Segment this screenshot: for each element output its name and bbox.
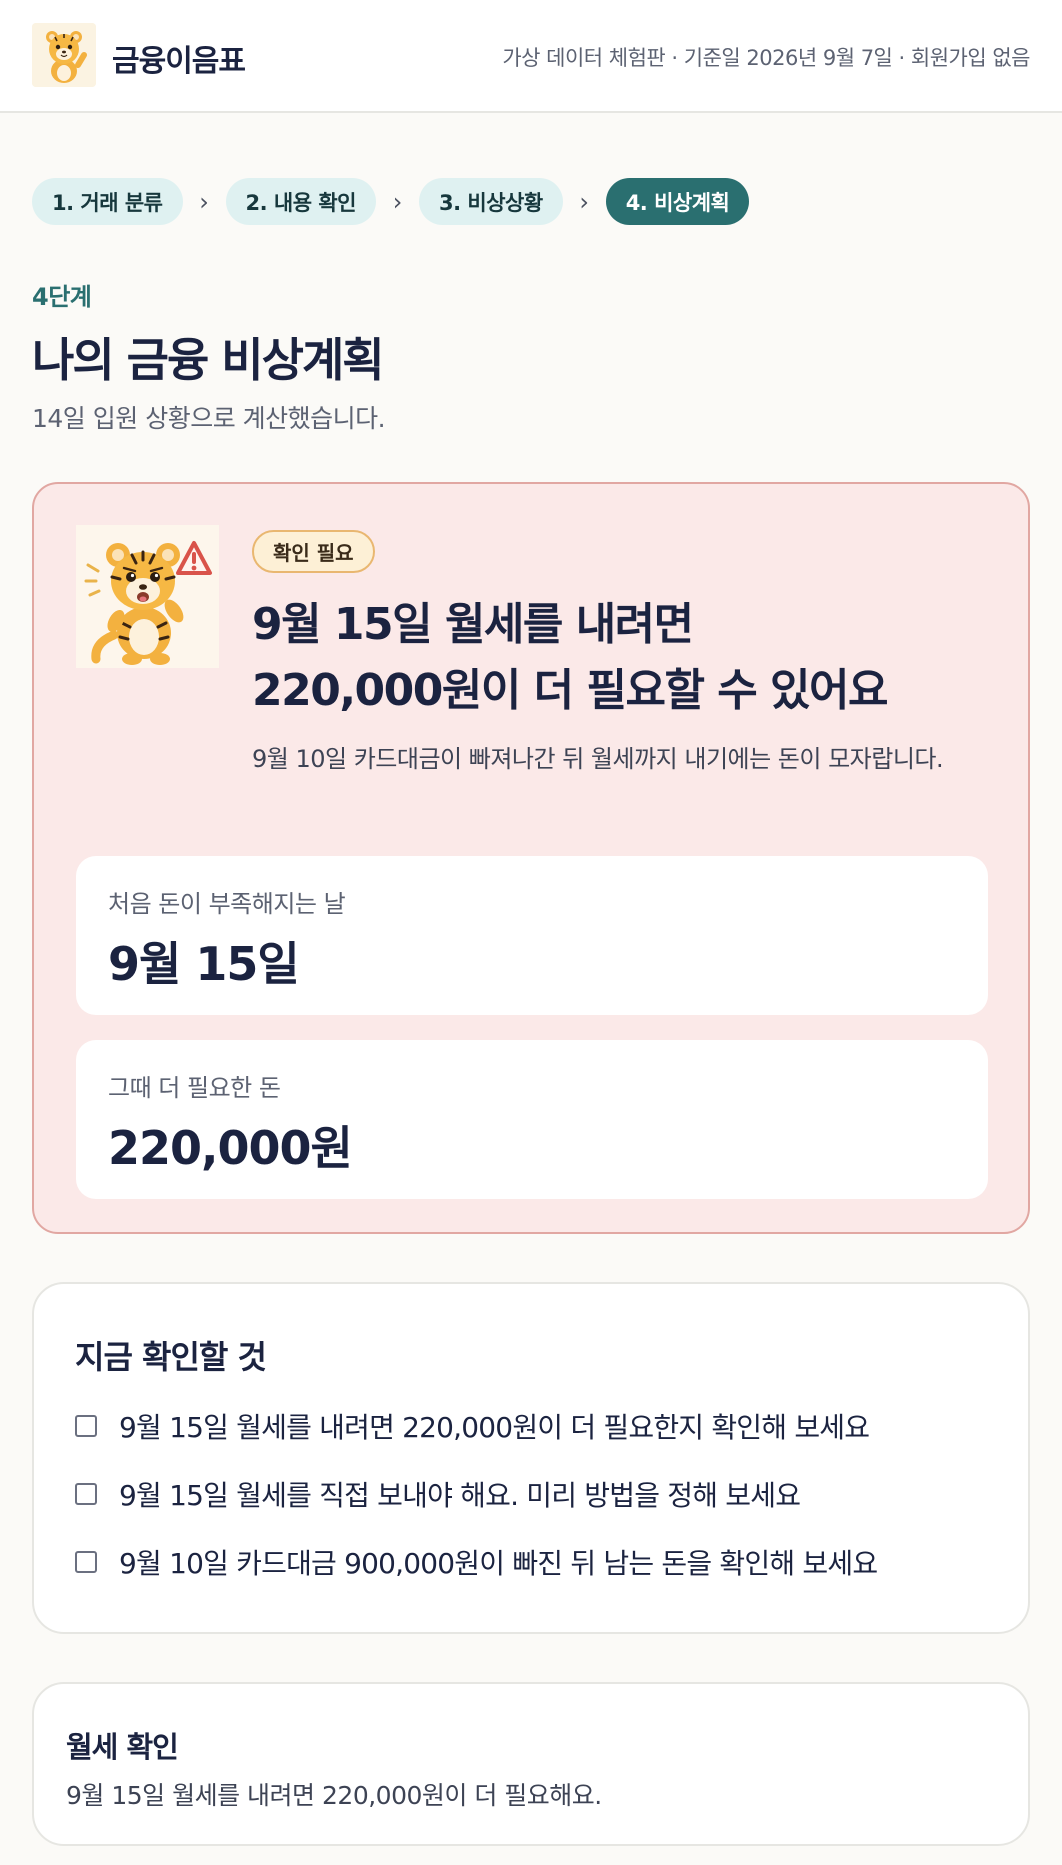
app-header: 금융이음표 가상 데이터 체험판 · 기준일 2026년 9월 7일 · 회원가… (0, 0, 1062, 113)
checklist-item-text: 9월 15일 월세를 내려면 220,000원이 더 필요한지 확인해 보세요 (119, 1411, 870, 1444)
worried-tiger-warning-icon (76, 525, 219, 668)
checklist-card: 지금 확인할 것 9월 15일 월세를 내려면 220,000원이 더 필요한지… (32, 1282, 1030, 1634)
header-meta-info: 가상 데이터 체험판 · 기준일 2026년 9월 7일 · 회원가입 없음 (502, 46, 1030, 70)
shortage-alert-card: 확인 필요 9월 15일 월세를 내려면 220,000원이 더 필요할 수 있… (32, 482, 1030, 1234)
needed-amount-stat: 그때 더 필요한 돈 220,000원 (76, 1040, 988, 1199)
checklist-item[interactable]: 9월 10일 카드대금 900,000원이 빠진 뒤 남는 돈을 확인해 보세요 (75, 1542, 878, 1582)
step-1-classify[interactable]: 1. 거래 분류 (32, 178, 183, 225)
status-badge: 확인 필요 (252, 530, 375, 573)
alert-headline-line-2: 220,000원이 더 필요할 수 있어요 (252, 665, 888, 716)
checklist-item-text: 9월 15일 월세를 직접 보내야 해요. 미리 방법을 정해 보세요 (119, 1479, 801, 1512)
rent-check-card: 월세 확인 9월 15일 월세를 내려면 220,000원이 더 필요해요. (32, 1682, 1030, 1846)
page-subtitle: 14일 입원 상황으로 계산했습니다. (32, 404, 386, 433)
step-3-emergency[interactable]: 3. 비상상황 (419, 178, 563, 225)
checklist-item[interactable]: 9월 15일 월세를 내려면 220,000원이 더 필요한지 확인해 보세요 (75, 1406, 870, 1446)
checkbox[interactable] (75, 1551, 97, 1573)
chevron-right-icon: › (579, 187, 589, 216)
chevron-right-icon: › (199, 187, 209, 216)
brand-name[interactable]: 금융이음표 (112, 36, 246, 80)
stat-value: 220,000원 (108, 1121, 353, 1175)
alert-headline-line-1: 9월 15일 월세를 내려면 (252, 599, 694, 650)
stat-label: 처음 돈이 부족해지는 날 (108, 890, 346, 918)
chevron-right-icon: › (392, 187, 403, 216)
checkbox[interactable] (75, 1415, 97, 1437)
stat-value: 9월 15일 (108, 937, 300, 991)
checklist-item[interactable]: 9월 15일 월세를 직접 보내야 해요. 미리 방법을 정해 보세요 (75, 1474, 801, 1514)
rent-card-title: 월세 확인 (66, 1730, 179, 1764)
checklist-item-text: 9월 10일 카드대금 900,000원이 빠진 뒤 남는 돈을 확인해 보세요 (119, 1547, 878, 1580)
step-2-review[interactable]: 2. 내용 확인 (225, 178, 376, 225)
step-progress: 1. 거래 분류 › 2. 내용 확인 › 3. 비상상황 › 4. 비상계획 (32, 178, 750, 225)
tiger-mascot-icon[interactable] (32, 23, 96, 87)
step-4-plan[interactable]: 4. 비상계획 (605, 178, 750, 225)
stat-label: 그때 더 필요한 돈 (108, 1074, 281, 1102)
checklist-title: 지금 확인할 것 (75, 1338, 267, 1376)
alert-headline: 9월 15일 월세를 내려면 220,000원이 더 필요할 수 있어요 (252, 592, 992, 724)
rent-card-description: 9월 15일 월세를 내려면 220,000원이 더 필요해요. (66, 1781, 602, 1810)
checkbox[interactable] (75, 1483, 97, 1505)
step-eyebrow: 4단계 (32, 283, 92, 311)
shortage-date-stat: 처음 돈이 부족해지는 날 9월 15일 (76, 856, 988, 1015)
alert-description: 9월 10일 카드대금이 빠져나간 뒤 월세까지 내기에는 돈이 모자랍니다. (252, 745, 944, 773)
page-title: 나의 금융 비상계획 (32, 333, 385, 387)
